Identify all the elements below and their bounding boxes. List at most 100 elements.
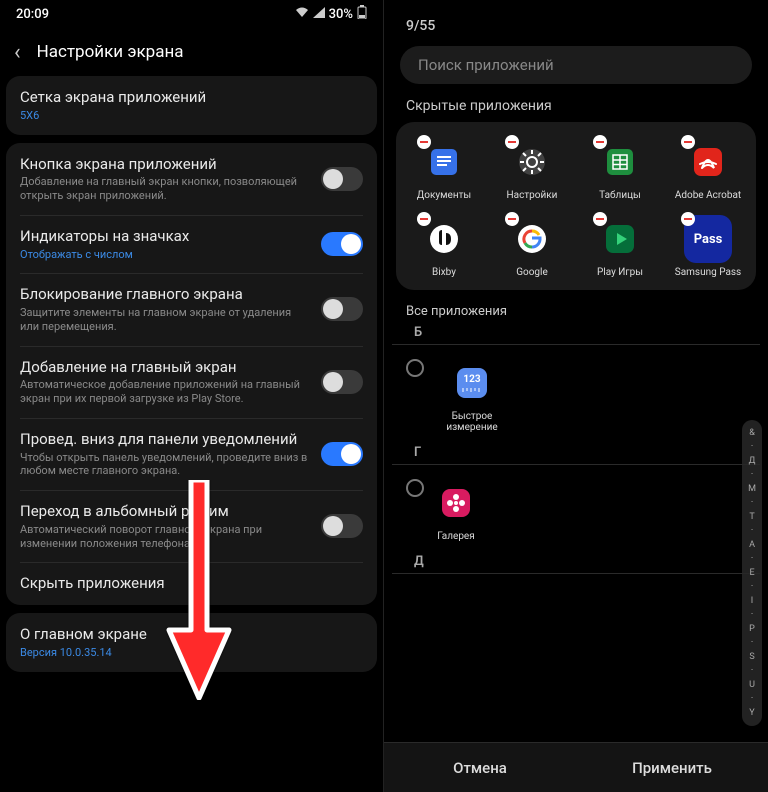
index-letter[interactable]: Y	[749, 708, 754, 718]
index-letter[interactable]: А	[749, 540, 755, 550]
index-letter[interactable]: Р	[749, 624, 755, 634]
alphabet-index[interactable]: & · Д · М · Т · А · Е · I · Р · S · U · Y	[742, 420, 762, 726]
card-about: О главном экране Версия 10.0.35.14	[6, 613, 377, 672]
header: ‹ Настройки экрана	[0, 28, 383, 76]
remove-badge-icon[interactable]	[505, 212, 519, 226]
row-swipe-down[interactable]: Провед. вниз для панели уведомлений Чтоб…	[6, 418, 377, 490]
select-radio[interactable]	[406, 479, 424, 497]
app-label: Bixby	[432, 267, 456, 278]
app-label: Быстрое измерение	[432, 411, 512, 433]
wifi-icon	[295, 7, 309, 22]
back-icon[interactable]: ‹	[14, 40, 21, 65]
row-add-to-home[interactable]: Добавление на главный экран Автоматическ…	[6, 346, 377, 418]
remove-badge-icon[interactable]	[593, 135, 607, 149]
battery-icon	[357, 5, 367, 23]
app-acrobat[interactable]: Adobe Acrobat	[666, 134, 750, 205]
row-lock-home[interactable]: Блокирование главного экрана Защитите эл…	[6, 273, 377, 345]
index-letter[interactable]: Д	[749, 456, 756, 466]
google-icon	[508, 215, 556, 263]
app-label: Документы	[417, 190, 471, 201]
remove-badge-icon[interactable]	[505, 135, 519, 149]
toggle[interactable]	[321, 297, 363, 321]
row-apps-button[interactable]: Кнопка экрана приложений Добавление на г…	[6, 143, 377, 215]
app-settings[interactable]: Настройки	[490, 134, 574, 205]
gallery-icon	[432, 479, 480, 527]
all-apps-list: Б123Быстрое измерениеГГалереяД	[384, 323, 768, 574]
status-bar: 20:09 30%	[0, 0, 383, 28]
search-input[interactable]: Поиск приложений	[400, 46, 752, 84]
remove-badge-icon[interactable]	[417, 212, 431, 226]
index-letter[interactable]: ·	[751, 554, 753, 564]
app-bixby[interactable]: Bixby	[402, 211, 486, 282]
measure-icon: 123	[448, 359, 496, 407]
app-google[interactable]: Google	[490, 211, 574, 282]
docs-icon	[420, 138, 468, 186]
bixby-icon	[420, 215, 468, 263]
app-label: Adobe Acrobat	[675, 190, 741, 201]
search-placeholder: Поиск приложений	[418, 56, 554, 74]
select-radio[interactable]	[406, 359, 424, 377]
remove-badge-icon[interactable]	[681, 135, 695, 149]
all-apps-label: Все приложения	[384, 290, 768, 323]
app-label: Таблицы	[599, 190, 641, 201]
sheets-icon	[596, 138, 644, 186]
app-docs[interactable]: Документы	[402, 134, 486, 205]
toggle[interactable]	[321, 442, 363, 466]
index-letter[interactable]: ·	[751, 666, 753, 676]
letter-header: Г	[392, 443, 760, 465]
card-toggles: Кнопка экрана приложений Добавление на г…	[6, 143, 377, 606]
remove-badge-icon[interactable]	[681, 212, 695, 226]
app-row-gallery[interactable]: Галерея	[384, 469, 768, 552]
apply-button[interactable]: Применить	[576, 743, 768, 792]
index-letter[interactable]: ·	[751, 694, 753, 704]
row-app-grid[interactable]: Сетка экрана приложений 5X6	[6, 76, 377, 135]
row-hide-apps[interactable]: Скрыть приложения	[6, 562, 377, 605]
battery-percent: 30%	[329, 7, 353, 22]
index-letter[interactable]: ·	[751, 610, 753, 620]
app-label: Настройки	[507, 190, 558, 201]
toggle[interactable]	[321, 370, 363, 394]
index-letter[interactable]: М	[748, 484, 756, 494]
index-letter[interactable]: &	[749, 428, 755, 438]
row-landscape[interactable]: Переход в альбомный режим Автоматический…	[6, 490, 377, 562]
index-letter[interactable]: ·	[751, 582, 753, 592]
cancel-button[interactable]: Отмена	[384, 743, 576, 792]
app-label: Google	[516, 267, 548, 278]
app-sheets[interactable]: Таблицы	[578, 134, 662, 205]
remove-badge-icon[interactable]	[417, 135, 431, 149]
app-row-measure[interactable]: 123 Быстрое измерение	[384, 349, 768, 443]
card-grid: Сетка экрана приложений 5X6	[6, 76, 377, 135]
svg-text:123: 123	[463, 374, 480, 385]
app-play[interactable]: Play Игры	[578, 211, 662, 282]
index-letter[interactable]: ·	[751, 442, 753, 452]
index-letter[interactable]: ·	[751, 498, 753, 508]
app-label: Play Игры	[597, 267, 643, 278]
index-letter[interactable]: ·	[751, 526, 753, 536]
index-letter[interactable]: ·	[751, 470, 753, 480]
settings-list: Сетка экрана приложений 5X6 Кнопка экран…	[0, 76, 383, 672]
index-letter[interactable]: ·	[751, 638, 753, 648]
bottom-action-bar: Отмена Применить	[384, 742, 768, 792]
remove-badge-icon[interactable]	[593, 212, 607, 226]
index-letter[interactable]: Т	[749, 512, 754, 522]
app-drawer-screen: 9/55 Поиск приложений Скрытые приложения…	[384, 0, 768, 792]
page-title: Настройки экрана	[37, 42, 184, 62]
selection-counter: 9/55	[384, 0, 768, 38]
status-time: 20:09	[16, 7, 49, 22]
toggle[interactable]	[321, 514, 363, 538]
index-letter[interactable]: Е	[749, 568, 754, 578]
toggle[interactable]	[321, 167, 363, 191]
row-about[interactable]: О главном экране Версия 10.0.35.14	[6, 613, 377, 672]
index-letter[interactable]: I	[751, 596, 753, 606]
row-badge-indicators[interactable]: Индикаторы на значках Отображать с число…	[6, 215, 377, 274]
index-letter[interactable]: U	[749, 680, 755, 690]
settings-screen: 20:09 30% ‹ Настройки экрана Сетка экран…	[0, 0, 384, 792]
settings-icon	[508, 138, 556, 186]
letter-header: Д	[392, 552, 760, 574]
toggle[interactable]	[321, 232, 363, 256]
row-title: Сетка экрана приложений	[20, 88, 353, 107]
app-label: Галерея	[437, 531, 474, 542]
index-letter[interactable]: S	[749, 652, 754, 662]
app-pass[interactable]: PassSamsung Pass	[666, 211, 750, 282]
acrobat-icon	[684, 138, 732, 186]
